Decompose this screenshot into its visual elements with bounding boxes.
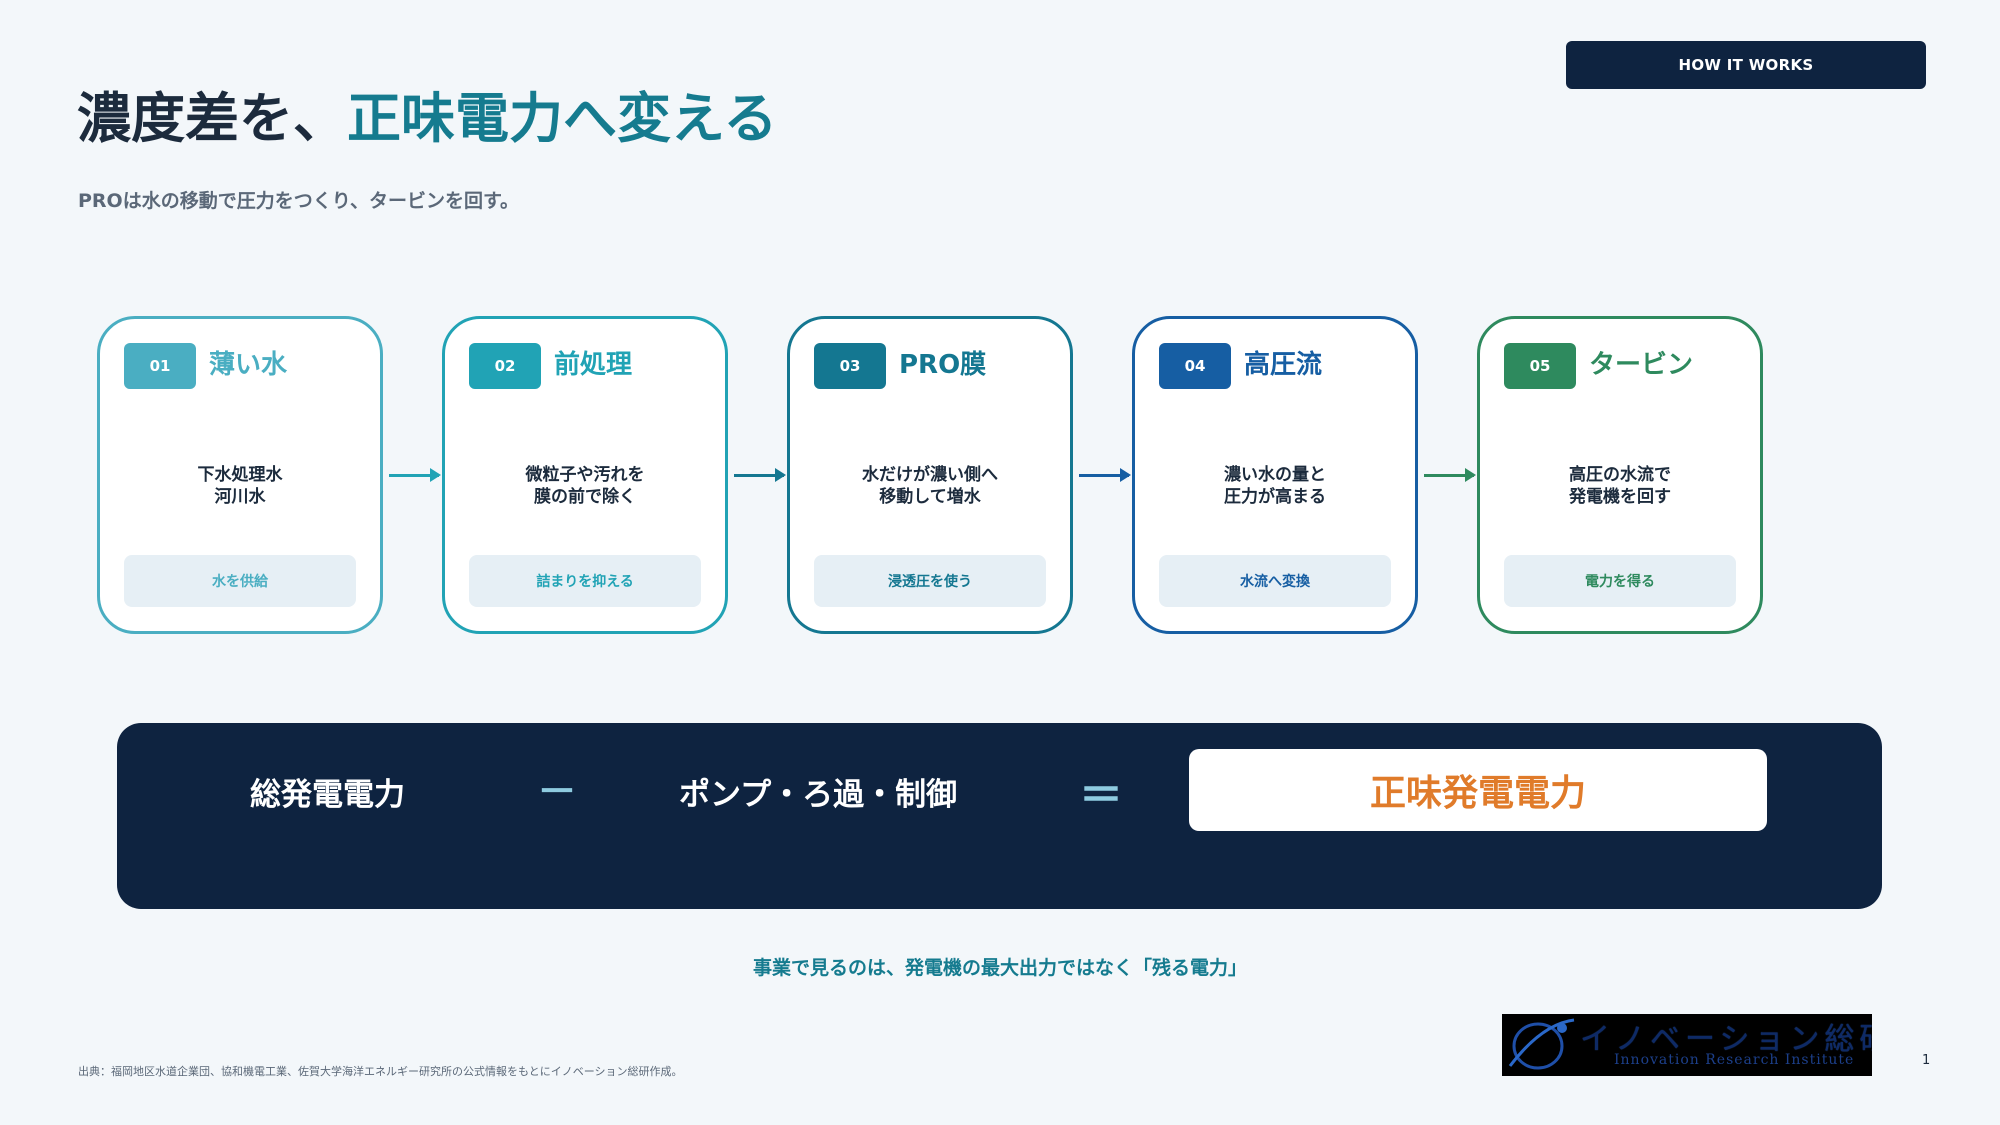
step-description: 高圧の水流で 発電機を回す	[1569, 465, 1671, 507]
globe-icon	[1508, 1018, 1575, 1070]
step-description: 濃い水の量と 圧力が高まる	[1224, 465, 1326, 507]
page-title: 濃度差を、正味電力へ変える	[77, 74, 777, 153]
step-name: 高圧流	[1244, 350, 1323, 380]
title-main: 濃度差を、	[77, 87, 347, 150]
page-number: 1	[1922, 1053, 1931, 1068]
arrow-icon	[1079, 468, 1131, 482]
step-number: 03	[814, 343, 886, 389]
step-card-01: 01 薄い水 下水処理水 河川水 水を供給	[97, 316, 383, 634]
logo-text-en: Innovation Research Institute	[1614, 1052, 1855, 1068]
arrow-icon	[389, 468, 441, 482]
step-number: 04	[1159, 343, 1231, 389]
step-card-04: 04 高圧流 濃い水の量と 圧力が高まる 水流へ変換	[1132, 316, 1418, 634]
arrow-icon	[734, 468, 786, 482]
step-action: 詰まりを抑える	[469, 555, 701, 607]
formula-result: 正味発電電力	[1189, 749, 1767, 831]
step-description: 微粒子や汚れを 膜の前で除く	[525, 465, 645, 507]
step-description: 下水処理水 河川水	[197, 465, 283, 507]
step-name: PRO膜	[899, 350, 987, 380]
step-action: 浸透圧を使う	[814, 555, 1046, 607]
how-it-works-badge: HOW IT WORKS	[1566, 41, 1926, 89]
step-name: タービン	[1589, 350, 1694, 380]
step-card-02: 02 前処理 微粒子や汚れを 膜の前で除く 詰まりを抑える	[442, 316, 728, 634]
source-citation: 出典：福岡地区水道企業団、協和機電工業、佐賀大学海洋エネルギー研究所の公式情報を…	[78, 1065, 683, 1078]
step-name: 薄い水	[209, 350, 288, 380]
step-description: 水だけが濃い側へ 移動して増水	[862, 465, 998, 507]
formula-panel: 総発電電力 － ポンプ・ろ過・制御 ＝ 正味発電電力	[117, 723, 1882, 909]
step-action: 水流へ変換	[1159, 555, 1391, 607]
page-subtitle: PROは水の移動で圧力をつくり、タービンを回す。	[78, 190, 520, 212]
step-number: 02	[469, 343, 541, 389]
equals-icon: ＝	[1079, 770, 1123, 821]
step-number: 05	[1504, 343, 1576, 389]
step-number: 01	[124, 343, 196, 389]
minus-icon: －	[537, 769, 577, 815]
company-logo: イノベーション総研 Innovation Research Institute	[1502, 1014, 1872, 1076]
formula-total: 総発電電力	[250, 777, 405, 813]
step-card-03: 03 PRO膜 水だけが濃い側へ 移動して増水 浸透圧を使う	[787, 316, 1073, 634]
formula-loss: ポンプ・ろ過・制御	[679, 777, 958, 813]
title-accent: 正味電力へ変える	[347, 87, 778, 150]
step-name: 前処理	[554, 350, 633, 380]
key-message: 事業で見るのは、発電機の最大出力ではなく「残る電力」	[752, 957, 1247, 979]
step-action: 電力を得る	[1504, 555, 1736, 607]
arrow-icon	[1424, 468, 1476, 482]
step-action: 水を供給	[124, 555, 356, 607]
step-card-05: 05 タービン 高圧の水流で 発電機を回す 電力を得る	[1477, 316, 1763, 634]
